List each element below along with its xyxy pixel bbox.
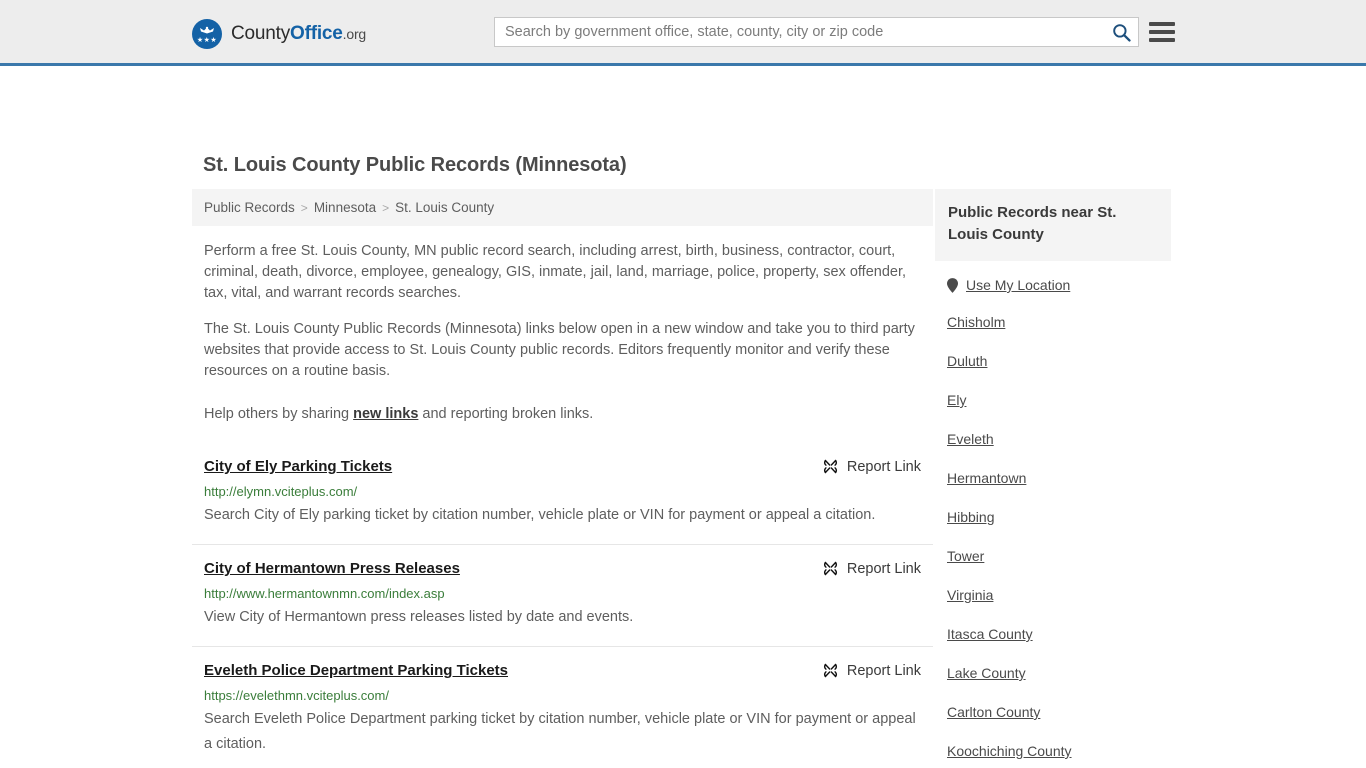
sidebar-item-itasca-county[interactable]: Itasca County: [947, 626, 1171, 644]
record-title-link[interactable]: Eveleth Police Department Parking Ticket…: [204, 661, 508, 681]
logo-text-office: Office: [290, 23, 343, 44]
logo-text-county: County: [231, 23, 291, 44]
map-pin-icon: [947, 277, 958, 293]
record-title-link[interactable]: City of Hermantown Press Releases: [204, 559, 460, 579]
record-description: Search City of Ely parking ticket by cit…: [204, 507, 876, 523]
report-link-label: Report Link: [846, 662, 921, 679]
sidebar-item-chisholm[interactable]: Chisholm: [947, 314, 1171, 332]
sidebar-link[interactable]: Lake County: [947, 665, 1026, 681]
logo-stars: ★★★: [196, 37, 218, 44]
sidebar-link[interactable]: Duluth: [947, 353, 987, 369]
breadcrumb-separator: >: [382, 200, 390, 215]
record-description: View City of Hermantown press releases l…: [204, 609, 634, 625]
sidebar-item-lake-county[interactable]: Lake County: [947, 665, 1171, 683]
report-link-label: Report Link: [846, 458, 921, 475]
share-prefix: Help others by sharing: [204, 406, 354, 422]
eagle-glyph: [200, 26, 214, 34]
intro-paragraph-1: Perform a free St. Louis County, MN publ…: [204, 243, 907, 301]
report-link-button[interactable]: Report Link: [822, 662, 921, 679]
sidebar-heading: Public Records near St. Louis County: [935, 189, 1171, 261]
record-item: City of Ely Parking Tickets Report Link …: [192, 445, 933, 544]
record-url-link[interactable]: http://www.hermantownmn.com/index.asp: [204, 585, 921, 602]
hamburger-menu-icon-bar: [1149, 38, 1175, 42]
record-item: City of Hermantown Press Releases Report…: [192, 544, 933, 646]
sidebar-link[interactable]: Koochiching County: [947, 743, 1072, 759]
breadcrumb: Public Records > Minnesota > St. Louis C…: [192, 189, 933, 226]
sidebar-links-list: Use My Location Chisholm Duluth Ely Evel…: [935, 261, 1171, 768]
share-suffix: and reporting broken links.: [418, 406, 594, 422]
record-header: Eveleth Police Department Parking Ticket…: [204, 661, 921, 681]
sidebar: Public Records near St. Louis County Use…: [935, 189, 1171, 768]
new-links-link[interactable]: new links: [353, 406, 418, 422]
records-list: City of Ely Parking Tickets Report Link …: [192, 445, 933, 768]
breadcrumb-item-public-records[interactable]: Public Records: [204, 200, 295, 215]
record-url-link[interactable]: https://evelethmn.vciteplus.com/: [204, 687, 921, 704]
use-my-location-link[interactable]: Use My Location: [966, 277, 1070, 293]
broken-link-icon: [823, 459, 837, 474]
sidebar-link[interactable]: Virginia: [947, 587, 993, 603]
record-header: City of Hermantown Press Releases Report…: [204, 559, 921, 579]
record-item: Eveleth Police Department Parking Ticket…: [192, 646, 933, 768]
logo-text-org: .org: [342, 26, 367, 42]
search-button[interactable]: [1104, 18, 1138, 46]
hamburger-menu-button[interactable]: [1149, 19, 1175, 45]
hamburger-menu-icon-bar: [1149, 30, 1175, 34]
sidebar-link[interactable]: Hermantown: [947, 470, 1026, 486]
report-link-button[interactable]: Report Link: [822, 458, 921, 475]
sidebar-item-tower[interactable]: Tower: [947, 548, 1171, 566]
sidebar-link[interactable]: Tower: [947, 548, 984, 564]
sidebar-link[interactable]: Carlton County: [947, 704, 1040, 720]
broken-link-icon: [823, 663, 837, 678]
broken-link-icon: [823, 561, 837, 576]
sidebar-link[interactable]: Ely: [947, 392, 966, 408]
sidebar-item-eveleth[interactable]: Eveleth: [947, 431, 1171, 449]
sidebar-item-koochiching-county[interactable]: Koochiching County: [947, 743, 1171, 761]
sidebar-link[interactable]: Chisholm: [947, 314, 1005, 330]
sidebar-link[interactable]: Itasca County: [947, 626, 1033, 642]
search-bar[interactable]: [494, 17, 1139, 47]
report-link-label: Report Link: [846, 560, 921, 577]
breadcrumb-item-current: St. Louis County: [395, 200, 495, 215]
logo-wordmark: CountyOffice.org: [231, 23, 366, 45]
record-description: Search Eveleth Police Department parking…: [204, 711, 916, 752]
page-title: St. Louis County Public Records (Minneso…: [203, 154, 627, 176]
sidebar-item-carlton-county[interactable]: Carlton County: [947, 704, 1171, 722]
record-header: City of Ely Parking Tickets Report Link: [204, 457, 921, 477]
report-link-button[interactable]: Report Link: [822, 560, 921, 577]
search-input[interactable]: [495, 18, 1104, 46]
intro-section: Perform a free St. Louis County, MN publ…: [192, 241, 933, 425]
hamburger-menu-icon-bar: [1149, 22, 1175, 26]
intro-paragraph-2: The St. Louis County Public Records (Min…: [204, 321, 915, 379]
site-header: ★★★ CountyOffice.org: [0, 0, 1366, 66]
site-logo[interactable]: ★★★ CountyOffice.org: [192, 19, 366, 49]
breadcrumb-item-minnesota[interactable]: Minnesota: [314, 200, 376, 215]
sidebar-item-ely[interactable]: Ely: [947, 392, 1171, 410]
share-links-line: Help others by sharing new links and rep…: [204, 404, 921, 425]
record-url-link[interactable]: http://elymn.vciteplus.com/: [204, 483, 921, 500]
search-icon: [1112, 23, 1131, 42]
sidebar-item-hibbing[interactable]: Hibbing: [947, 509, 1171, 527]
sidebar-link[interactable]: Eveleth: [947, 431, 994, 447]
main-content: Public Records > Minnesota > St. Louis C…: [192, 189, 933, 768]
sidebar-item-duluth[interactable]: Duluth: [947, 353, 1171, 371]
sidebar-item-virginia[interactable]: Virginia: [947, 587, 1171, 605]
record-title-link[interactable]: City of Ely Parking Tickets: [204, 457, 392, 477]
breadcrumb-separator: >: [300, 200, 308, 215]
eagle-seal-icon: ★★★: [192, 19, 222, 49]
sidebar-item-hermantown[interactable]: Hermantown: [947, 470, 1171, 488]
sidebar-item-use-my-location[interactable]: Use My Location: [947, 277, 1171, 293]
sidebar-link[interactable]: Hibbing: [947, 509, 994, 525]
